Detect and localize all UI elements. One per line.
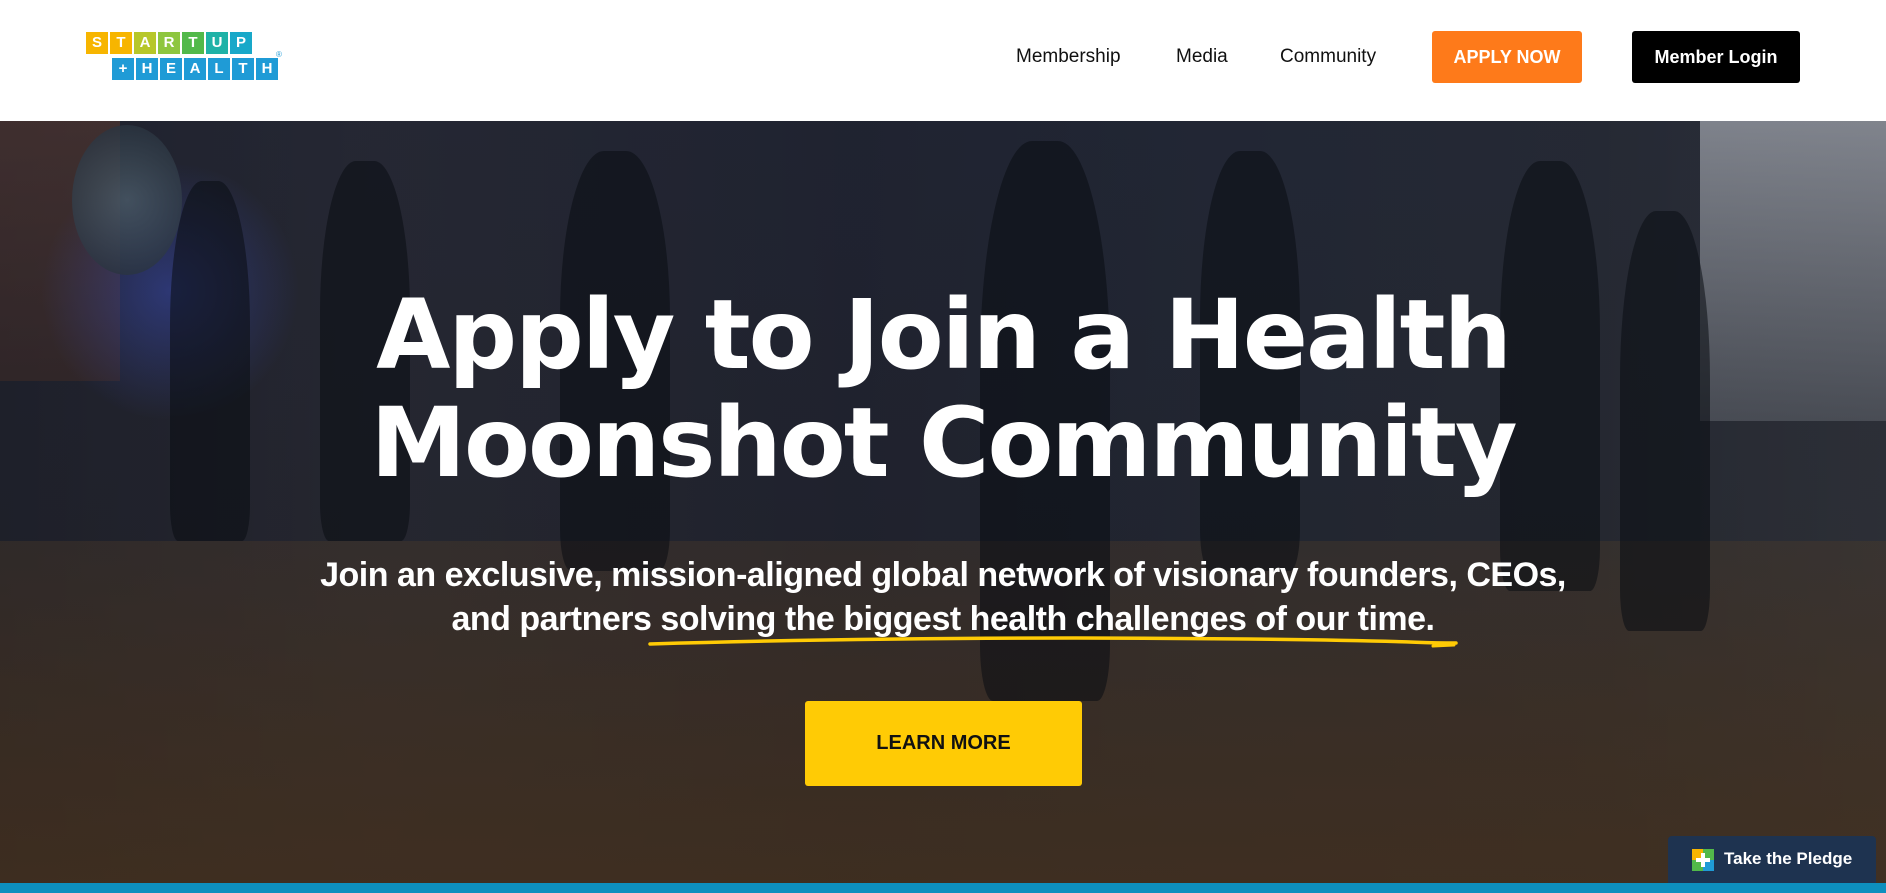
logo-bottom-row: + H E A L T H bbox=[112, 58, 280, 80]
hero-subtitle-line1: Join an exclusive, mission-aligned globa… bbox=[320, 556, 1566, 594]
next-section-edge bbox=[0, 883, 1886, 893]
hero-background-poster bbox=[72, 125, 182, 275]
logo-top-letter: P bbox=[230, 32, 252, 54]
logo-top-letter: T bbox=[110, 32, 132, 54]
logo-bottom-letter: H bbox=[256, 58, 278, 80]
logo-bottom-letter: H bbox=[136, 58, 158, 80]
registered-mark: ® bbox=[276, 50, 282, 59]
nav-media[interactable]: Media bbox=[1176, 46, 1228, 68]
take-the-pledge-button[interactable]: Take the Pledge bbox=[1668, 836, 1876, 883]
hero-title-line1: Apply to Join a Health bbox=[376, 279, 1512, 391]
hero-title-line2: Moonshot Community bbox=[370, 387, 1517, 499]
logo-bottom-letter: L bbox=[208, 58, 230, 80]
startup-health-logo[interactable]: STARTUP + H E A L T H ® bbox=[86, 32, 286, 84]
learn-more-button[interactable]: LEARN MORE bbox=[805, 701, 1082, 786]
logo-top-letter: R bbox=[158, 32, 180, 54]
hero-title: Apply to Join a Health Moonshot Communit… bbox=[0, 281, 1886, 497]
site-header: STARTUP + H E A L T H ® Membership Media Commu… bbox=[0, 0, 1886, 121]
hero-section: Apply to Join a Health Moonshot Communit… bbox=[0, 121, 1886, 883]
member-login-button[interactable]: Member Login bbox=[1632, 31, 1800, 83]
logo-top-row: STARTUP bbox=[86, 32, 254, 54]
apply-now-button[interactable]: APPLY NOW bbox=[1432, 31, 1582, 83]
nav-membership[interactable]: Membership bbox=[1016, 46, 1121, 68]
logo-top-letter: S bbox=[86, 32, 108, 54]
logo-bottom-letter: A bbox=[184, 58, 206, 80]
highlight-underline bbox=[648, 636, 1458, 648]
nav-community[interactable]: Community bbox=[1280, 46, 1376, 68]
plus-square-icon bbox=[1692, 849, 1714, 871]
logo-top-letter: A bbox=[134, 32, 156, 54]
logo-top-letter: U bbox=[206, 32, 228, 54]
hero-subtitle: Join an exclusive, mission-aligned globa… bbox=[0, 553, 1886, 641]
logo-bottom-letter: + bbox=[112, 58, 134, 80]
logo-bottom-letter: T bbox=[232, 58, 254, 80]
logo-top-letter: T bbox=[182, 32, 204, 54]
pledge-label: Take the Pledge bbox=[1724, 849, 1853, 868]
logo-bottom-letter: E bbox=[160, 58, 182, 80]
